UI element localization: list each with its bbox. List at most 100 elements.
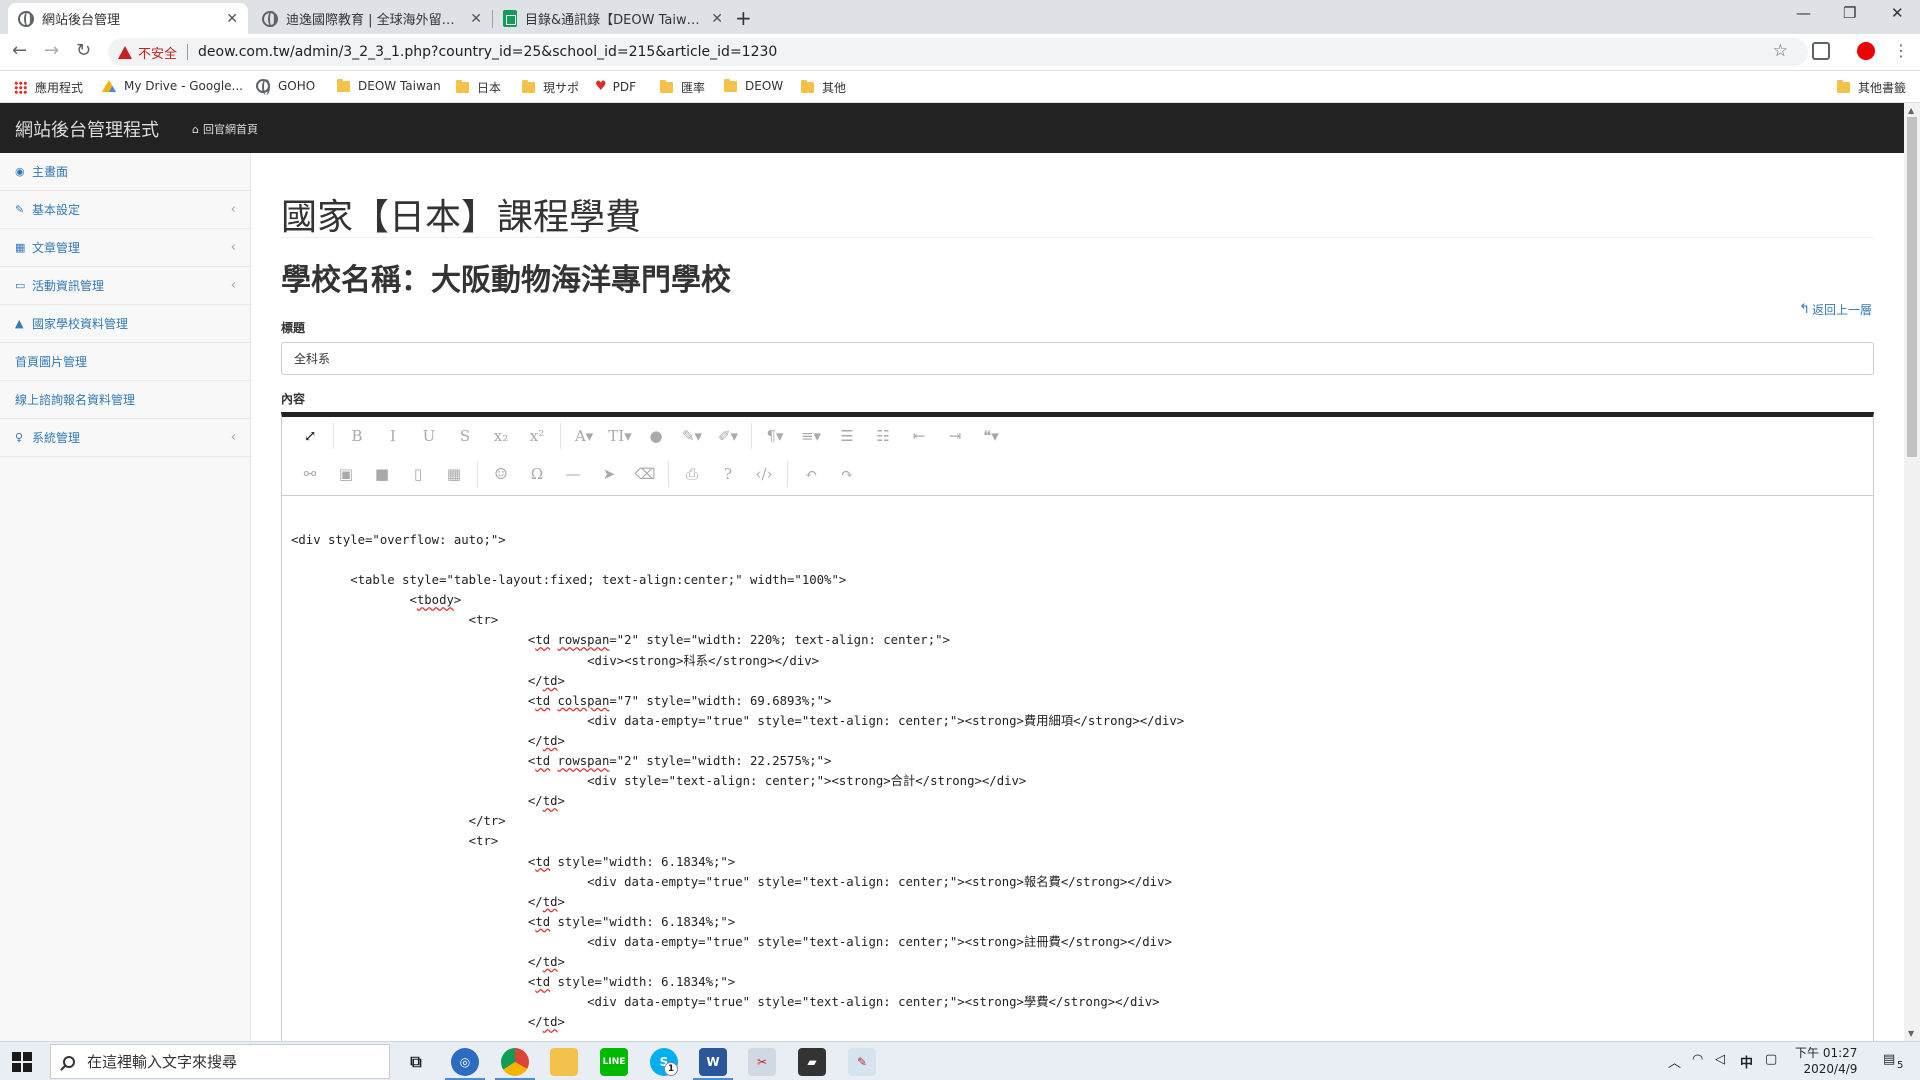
emoticon-icon[interactable]: ☺: [483, 459, 519, 489]
undo-icon[interactable]: ↶: [793, 459, 829, 489]
task-view-icon[interactable]: ⧉: [402, 1048, 430, 1076]
strikethrough-icon[interactable]: S: [447, 421, 483, 451]
address-bar[interactable]: 不安全 deow.com.tw/admin/3_2_3_1.php?countr…: [108, 38, 1808, 66]
clear-format-icon[interactable]: ⌫: [627, 459, 663, 489]
minimize-button[interactable]: —: [1796, 4, 1811, 22]
bookmark-genki-support[interactable]: 現サポ: [522, 79, 579, 96]
code-view-icon[interactable]: ‹/›: [746, 459, 782, 489]
page-scrollbar[interactable]: ▲ ▼: [1904, 103, 1920, 1041]
new-tab-button[interactable]: +: [735, 6, 752, 30]
ime-indicator[interactable]: 中: [1740, 1052, 1753, 1071]
html-code-view[interactable]: <div style="overflow: auto;"> <table sty…: [282, 496, 1873, 1041]
unordered-list-icon[interactable]: ☷: [865, 421, 901, 451]
reload-icon[interactable]: ↻: [76, 40, 91, 61]
inline-style-icon[interactable]: ✎▾: [674, 421, 710, 451]
italic-icon[interactable]: I: [375, 421, 411, 451]
help-icon[interactable]: ?: [710, 459, 746, 489]
network-icon[interactable]: ◠: [1692, 1052, 1703, 1067]
underline-icon[interactable]: U: [411, 421, 447, 451]
scroll-down-arrow-icon[interactable]: ▼: [1908, 1029, 1914, 1038]
print-icon[interactable]: ⎙: [674, 459, 710, 489]
font-family-icon[interactable]: A▾: [566, 421, 602, 451]
extension-icon[interactable]: [1812, 42, 1830, 60]
superscript-icon[interactable]: x²: [519, 421, 555, 451]
browser-tab-directory[interactable]: 目錄&通訊錄【DEOW Taiwan】 ✕: [493, 3, 733, 34]
sticky-notes-icon[interactable]: ▰: [798, 1048, 826, 1076]
back-arrow-icon[interactable]: ←: [12, 40, 27, 61]
sidebar-item-country-schools[interactable]: ▲ 國家學校資料管理: [0, 305, 250, 343]
video-icon[interactable]: ■: [364, 459, 400, 489]
star-icon[interactable]: ☆: [1773, 41, 1788, 61]
notification-icon[interactable]: ▤: [1883, 1052, 1895, 1067]
file-icon[interactable]: ▯: [400, 459, 436, 489]
chevron-up-icon[interactable]: ︿: [1668, 1052, 1681, 1071]
bookmark-exchange-rate[interactable]: 匯率: [660, 79, 705, 96]
ordered-list-icon[interactable]: ☰: [829, 421, 865, 451]
image-icon[interactable]: ▣: [328, 459, 364, 489]
snipping-tool-icon[interactable]: ✂: [748, 1048, 776, 1076]
word-icon[interactable]: W: [699, 1048, 727, 1076]
volume-icon[interactable]: ◁: [1715, 1052, 1725, 1067]
url-text[interactable]: deow.com.tw/admin/3_2_3_1.php?country_id…: [198, 44, 777, 60]
indent-icon[interactable]: ⇥: [937, 421, 973, 451]
bookmark-apps[interactable]: 應用程式: [14, 79, 83, 96]
windows-start-icon[interactable]: [12, 1052, 32, 1072]
bookmark-drive[interactable]: My Drive - Google...: [102, 79, 243, 93]
restore-button[interactable]: ❐: [1843, 4, 1856, 22]
close-tab-icon[interactable]: ✕: [470, 11, 482, 27]
bookmark-deow-taiwan[interactable]: DEOW Taiwan: [337, 78, 441, 93]
bold-icon[interactable]: B: [339, 421, 375, 451]
bookmark-japan[interactable]: 日本: [456, 79, 501, 96]
outdent-icon[interactable]: ⇤: [901, 421, 937, 451]
special-char-icon[interactable]: Ω: [519, 459, 555, 489]
paragraph-format-icon[interactable]: ¶▾: [757, 421, 793, 451]
bookmark-other-bookmarks[interactable]: 其他書籤: [1837, 79, 1906, 96]
home-link[interactable]: ⌂ 回官網首頁: [192, 121, 258, 137]
sidebar-item-home-images[interactable]: 首頁圖片管理: [0, 343, 250, 381]
bookmark-deow[interactable]: DEOW: [724, 78, 783, 93]
scroll-up-arrow-icon[interactable]: ▲: [1908, 106, 1914, 115]
sidebar-item-events[interactable]: ▭ 活動資訊管理 ‹: [0, 267, 250, 305]
sidebar-item-articles[interactable]: ▦ 文章管理 ‹: [0, 229, 250, 267]
cortana-app-icon[interactable]: ◎: [451, 1048, 479, 1076]
align-icon[interactable]: ≡▾: [793, 421, 829, 451]
close-tab-icon[interactable]: ✕: [711, 11, 723, 27]
profile-icon[interactable]: [1857, 42, 1875, 60]
system-clock[interactable]: 下午 01:27 2020/4/9: [1795, 1045, 1857, 1077]
paragraph-style-icon[interactable]: ✐▾: [710, 421, 746, 451]
sidebar-item-basic-settings[interactable]: ✎ 基本設定 ‹: [0, 191, 250, 229]
warning-icon[interactable]: [118, 45, 132, 59]
horizontal-line-icon[interactable]: —: [555, 459, 591, 489]
redo-icon[interactable]: ↷: [829, 459, 865, 489]
select-all-icon[interactable]: ➤: [591, 459, 627, 489]
browser-tab-admin[interactable]: 網站後台管理 ✕: [8, 3, 248, 34]
paint-icon[interactable]: ✎: [848, 1048, 876, 1076]
sidebar-item-online-inquiries[interactable]: 線上諮詢報名資料管理: [0, 381, 250, 419]
kebab-menu-icon[interactable]: ⋮: [1893, 41, 1909, 60]
taskbar-search[interactable]: 在這裡輸入文字來搜尋: [50, 1044, 390, 1079]
bookmark-other[interactable]: 其他: [801, 79, 846, 96]
font-size-icon[interactable]: TI▾: [602, 421, 638, 451]
bookmark-goho[interactable]: GOHO: [256, 79, 315, 95]
security-label[interactable]: 不安全: [138, 43, 177, 62]
subscript-icon[interactable]: x₂: [483, 421, 519, 451]
sidebar-item-system[interactable]: ♀ 系統管理 ‹: [0, 419, 250, 457]
forward-arrow-icon[interactable]: →: [44, 40, 59, 61]
quote-icon[interactable]: ❝▾: [973, 421, 1009, 451]
table-icon[interactable]: ▦: [436, 459, 472, 489]
text-color-icon[interactable]: ●: [638, 421, 674, 451]
line-app-icon[interactable]: LINE: [600, 1048, 628, 1076]
bookmark-pdf[interactable]: ♥ PDF: [595, 79, 636, 94]
brand-title[interactable]: 網站後台管理程式: [15, 116, 159, 142]
close-tab-icon[interactable]: ✕: [226, 11, 238, 27]
sidebar-item-dashboard[interactable]: ◉ 主畫面: [0, 153, 250, 191]
back-link[interactable]: ↰ 返回上一層: [1799, 301, 1872, 318]
title-input[interactable]: [281, 342, 1874, 375]
fullscreen-icon[interactable]: ⤢: [292, 421, 328, 451]
file-explorer-icon[interactable]: [550, 1048, 578, 1076]
chrome-icon[interactable]: [501, 1048, 529, 1076]
browser-tab-deow[interactable]: 迪逸國際教育 | 全球海外留學領航 ✕: [252, 3, 492, 34]
close-window-button[interactable]: ✕: [1891, 4, 1904, 22]
input-mode-icon[interactable]: ▢: [1765, 1052, 1777, 1067]
link-icon[interactable]: ⚯: [292, 459, 328, 489]
